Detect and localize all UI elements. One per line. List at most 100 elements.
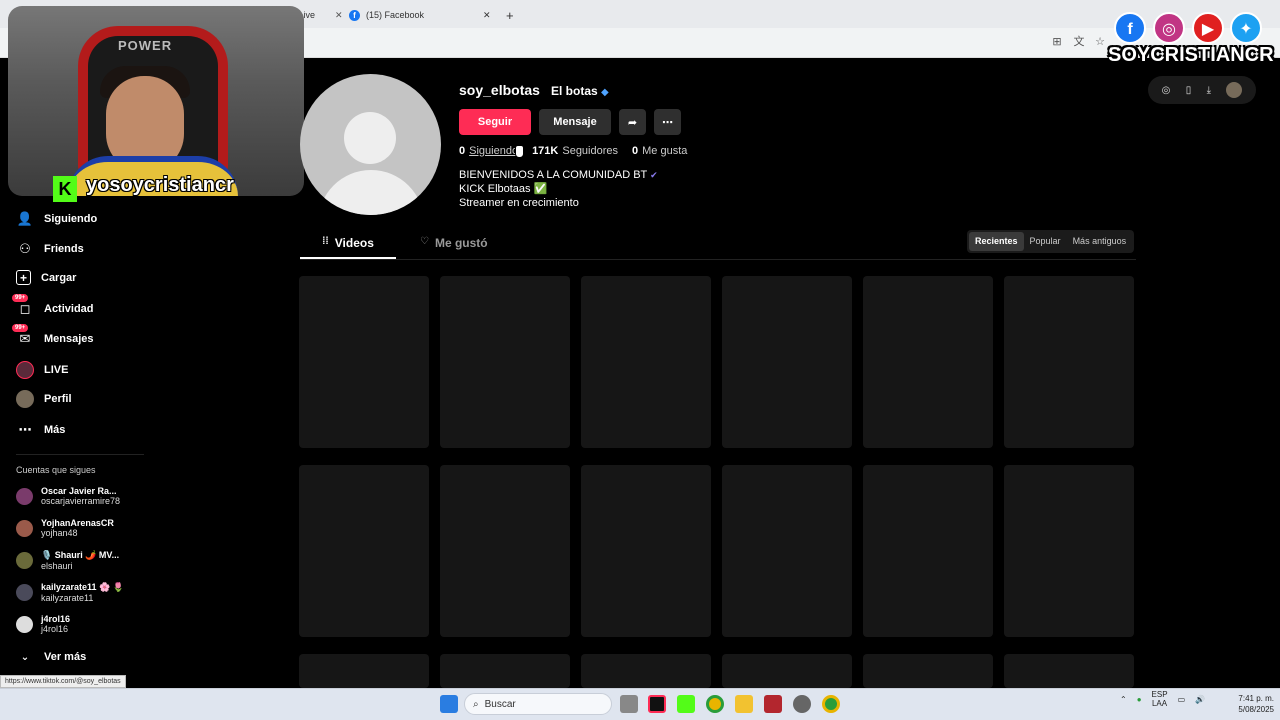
microphone-icon[interactable]: ● [1137,695,1142,704]
sort-oldest-button[interactable]: Más antiguos [1067,232,1133,251]
heart-icon: ♡ [420,236,429,247]
sidebar-item-following[interactable]: 👤 Siguiendo [16,210,97,228]
friends-icon: ⚇ [19,241,31,256]
following-stat[interactable]: 0 Siguiendo [459,145,518,157]
taskbar-clock[interactable]: 7:41 p. m. 5/08/2025 [1222,693,1274,715]
followed-account[interactable]: YojhanArenasCR yojhan48 [16,518,114,538]
sidebar-item-live[interactable]: LIVE [16,361,68,379]
tab-label: Me gustó [434,236,488,250]
sidebar-item-upload[interactable]: + Cargar [16,270,76,285]
tiktok-app-icon[interactable] [648,695,666,713]
followed-account[interactable]: j4rol16 j4rol16 [16,614,70,634]
nickname-text: El botas [551,84,598,98]
stat-count: 171K [532,145,559,157]
video-thumbnail-placeholder[interactable] [722,276,852,448]
new-tab-button[interactable]: + [506,4,514,26]
tab-liked[interactable]: ♡ Me gustó [420,236,488,250]
social-handle: SOYCRISTIANCR [1108,44,1274,66]
app-tf-icon[interactable] [764,695,782,713]
chrome-icon[interactable] [706,695,724,713]
video-thumbnail-placeholder[interactable] [299,654,429,688]
grid-icon: ⁞⁞ [322,236,329,247]
followed-account[interactable]: kailyzarate11 🌸 🌷 kailyzarate11 [16,582,124,603]
video-thumbnail-placeholder[interactable] [722,654,852,688]
webcam-overlay: POWER [8,6,304,196]
sidebar-item-profile[interactable]: Perfil [16,390,72,408]
video-thumbnail-placeholder[interactable] [863,654,993,688]
message-button[interactable]: Mensaje [539,109,611,135]
windows-start-icon[interactable] [440,695,458,713]
see-more-label: Ver más [44,651,87,663]
sidebar-item-friends[interactable]: ⚇ Friends [16,240,84,258]
search-placeholder: Buscar [484,698,516,710]
task-view-icon[interactable] [620,695,638,713]
video-thumbnail-placeholder[interactable] [863,276,993,448]
video-thumbnail-placeholder[interactable] [299,276,429,448]
mouse-cursor-icon [515,145,524,158]
kick-app-icon[interactable] [677,695,695,713]
following-icon: 👤 [16,211,34,226]
clock-date: 5/08/2025 [1238,705,1274,714]
browser-tab-facebook[interactable]: f (15) Facebook ✕ [349,4,497,26]
status-link-preview: https://www.tiktok.com/@soy_elbotas [0,675,126,688]
file-explorer-icon[interactable] [735,695,753,713]
avatar-head [344,112,396,164]
translate-icon[interactable]: 文 [1073,36,1085,48]
followed-account[interactable]: 🎙️ Shauri 🌶️ MV... elshauri [16,550,119,571]
instagram-icon: ◎ [1153,12,1185,44]
compass-icon[interactable]: ◎ [1162,85,1171,96]
video-thumbnail-placeholder[interactable] [581,654,711,688]
chrome-profile-icon[interactable] [822,695,840,713]
video-thumbnail-placeholder[interactable] [1004,276,1134,448]
device-icon[interactable]: ▯ [1186,85,1192,96]
profile-nickname: El botas ◆ [551,84,609,98]
bio-line: KICK Elbotaas ✅ [459,183,548,195]
video-thumbnail-placeholder[interactable] [581,276,711,448]
sidebar-item-messages[interactable]: ✉ 99+ Mensajes [12,324,94,348]
volume-icon[interactable]: 🔊 [1195,695,1205,704]
download-icon[interactable]: ⤓ [1207,85,1211,96]
followed-account[interactable]: Oscar Javier Ra... oscarjavierramire78 [16,486,120,506]
sidebar-item-more[interactable]: ⋯ Más [16,421,66,439]
account-handle: yojhan48 [41,528,78,538]
stat-label: Siguiendo [469,145,519,157]
app-circle-icon[interactable] [793,695,811,713]
tab-videos[interactable]: ⁞⁞ Videos [300,236,396,258]
taskbar-search[interactable]: ⌕ Buscar [464,693,612,715]
account-handle: j4rol16 [41,624,69,634]
chevron-up-icon[interactable]: ⌃ [1120,695,1127,704]
sort-popular-button[interactable]: Popular [1024,232,1067,251]
display-icon[interactable]: ▭ [1178,695,1186,704]
video-thumbnail-placeholder[interactable] [863,465,993,637]
language-indicator[interactable]: ESP LAA [1152,690,1168,708]
stat-label: Seguidores [562,145,619,157]
sort-recent-button[interactable]: Recientes [969,232,1024,251]
video-thumbnail-placeholder[interactable] [1004,465,1134,637]
share-icon[interactable]: ➦ [619,109,646,135]
profile-username: soy_elbotas [459,82,540,98]
activity-icon: ◻ 99+ [12,294,34,318]
tab-close-icon[interactable]: ✕ [335,10,343,21]
video-thumbnail-placeholder[interactable] [722,465,852,637]
video-thumbnail-placeholder[interactable] [440,654,570,688]
sidebar-item-activity[interactable]: ◻ 99+ Actividad [12,294,94,318]
video-thumbnail-placeholder[interactable] [299,465,429,637]
user-avatar-icon[interactable] [1226,82,1243,98]
chair-logo: POWER [118,38,173,53]
search-icon: ⌕ [473,698,479,710]
tab-close-icon[interactable]: ✕ [483,10,491,21]
notification-badge: 99+ [12,294,29,302]
more-options-icon[interactable]: ⋯ [654,109,681,135]
video-thumbnail-placeholder[interactable] [581,465,711,637]
page-tools: ◎ ▯ ⤓ [1148,76,1256,104]
follow-button[interactable]: Seguir [459,109,531,135]
see-more-button[interactable]: ⌄ Ver más [16,648,86,666]
video-thumbnail-placeholder[interactable] [1004,654,1134,688]
lang-secondary: LAA [1151,699,1168,708]
bookmark-star-icon[interactable]: ☆ [1094,36,1106,48]
video-thumbnail-placeholder[interactable] [440,465,570,637]
install-icon[interactable]: ⊞ [1051,36,1063,48]
likes-stat: 0 Me gusta [632,145,687,157]
followers-stat[interactable]: 171K Seguidores [532,145,618,157]
video-thumbnail-placeholder[interactable] [440,276,570,448]
